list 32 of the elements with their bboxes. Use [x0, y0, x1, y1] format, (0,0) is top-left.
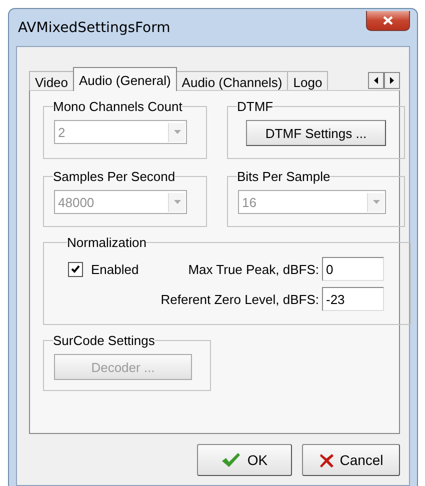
close-button[interactable]: [366, 10, 410, 30]
field-label: Max True Peak, dBFS:: [188, 262, 319, 276]
ok-button[interactable]: OK: [197, 444, 292, 476]
input-field[interactable]: 0: [322, 257, 384, 281]
group-label: Mono Channels Count: [53, 99, 182, 114]
field-label: Referent Zero Level, dBFS:: [160, 292, 319, 306]
dropdown-arrow-icon: [174, 130, 180, 134]
input-field[interactable]: -23: [322, 287, 384, 311]
tab[interactable]: Audio (Channels): [176, 71, 288, 91]
close-icon: [383, 16, 393, 24]
scroll-right-button[interactable]: [384, 72, 400, 89]
tab[interactable]: Video: [29, 71, 74, 91]
right-triangle-icon: [390, 77, 394, 84]
cross-icon: [318, 452, 334, 468]
scroll-left-button[interactable]: [368, 72, 384, 89]
tab[interactable]: Logo: [287, 71, 328, 91]
tab[interactable]: Audio (General): [73, 67, 177, 91]
group-label: Samples Per Second: [53, 169, 176, 184]
cancel-button[interactable]: Cancel: [302, 444, 400, 476]
checkmark-icon: [71, 265, 80, 273]
window-title: AVMixedSettingsForm: [17, 20, 170, 36]
checkbox[interactable]: [68, 262, 83, 276]
check-icon: [221, 452, 242, 468]
dtmf-settings-button[interactable]: DTMF Settings ...: [246, 120, 386, 146]
group-label: Normalization: [67, 235, 146, 250]
left-triangle-icon: [374, 77, 378, 84]
dropdown-arrow-icon: [372, 200, 380, 204]
dropdown-arrow-icon: [174, 200, 180, 204]
group-label: SurCode Settings: [53, 333, 155, 348]
checkbox-label: Enabled: [91, 262, 139, 276]
group-label: DTMF: [237, 99, 274, 114]
group-label: Bits Per Sample: [237, 169, 330, 184]
